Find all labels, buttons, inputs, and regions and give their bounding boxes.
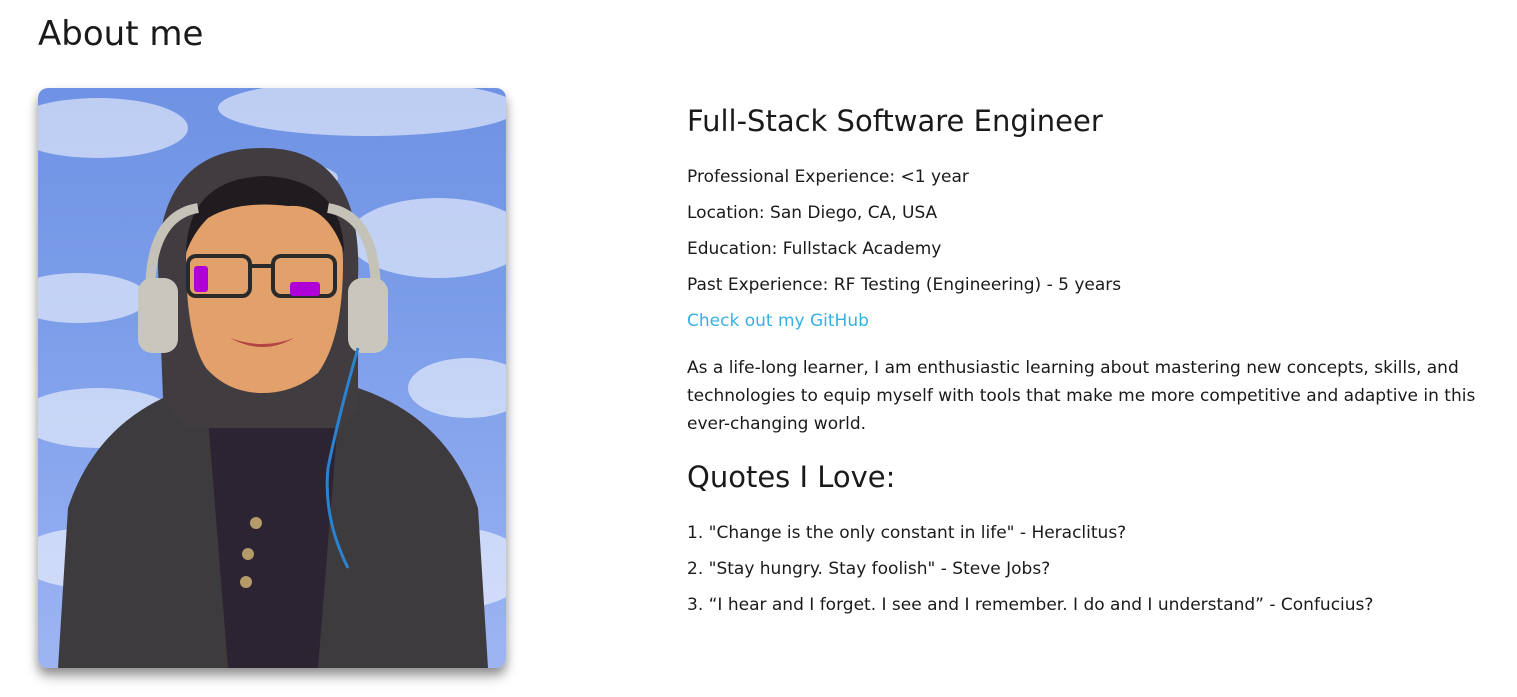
fact-location: Location: San Diego, CA, USA [687,203,938,223]
bio-paragraph: As a life-long learner, I am enthusiasti… [687,358,1476,434]
quote-item: 2. "Stay hungry. Stay foolish" - Steve J… [687,559,1051,579]
quote-item: 1. "Change is the only constant in life"… [687,523,1127,543]
profile-photo [38,88,506,668]
job-title: Full-Stack Software Engineer [687,104,1103,138]
profile-photo-illustration [38,88,506,668]
page-title: About me [38,14,204,54]
fact-education: Education: Fullstack Academy [687,239,942,259]
quote-item: 3. “I hear and I forget. I see and I rem… [687,595,1374,615]
fact-professional-experience: Professional Experience: <1 year [687,167,969,187]
about-page: About me Full-Stack Software Engineer Pr… [0,0,1517,697]
quotes-heading: Quotes I Love: [687,460,896,494]
fact-past-experience: Past Experience: RF Testing (Engineering… [687,275,1122,295]
github-link[interactable]: Check out my GitHub [687,311,869,331]
